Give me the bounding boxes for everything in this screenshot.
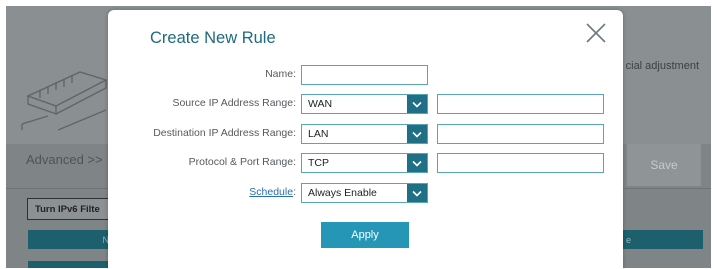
background-turn-ipv6-filter: Turn IPv6 Filte [27,198,117,220]
destination-ip-label: Destination IP Address Range: [153,127,296,139]
close-icon[interactable] [584,21,608,45]
schedule-selected-value: Always Enable [308,187,377,199]
destination-ip-range-input[interactable] [437,124,604,144]
destination-ip-select[interactable]: LAN [301,124,428,144]
port-range-input[interactable] [437,153,604,173]
name-label: Name: [265,68,296,80]
chevron-down-icon[interactable] [407,125,427,143]
dialog-title: Create New Rule [150,29,276,47]
name-input[interactable] [301,65,428,85]
chevron-down-icon[interactable] [407,154,427,172]
schedule-link[interactable]: Schedule [249,186,293,198]
apply-button[interactable]: Apply [321,222,409,248]
protocol-select[interactable]: TCP [301,153,428,173]
source-ip-range-input[interactable] [437,94,604,114]
background-table-header-right: e [623,230,703,249]
chevron-down-icon[interactable] [407,184,427,202]
destination-ip-selected-value: LAN [308,128,329,140]
background-table-header-left: Na [28,230,120,249]
schedule-select[interactable]: Always Enable [301,183,428,203]
create-rule-dialog: Create New Rule Name: Source IP Address … [108,10,623,269]
background-table-row [28,261,120,268]
protocol-selected-value: TCP [308,157,329,169]
chevron-down-icon[interactable] [407,95,427,113]
screenshot-frame: cial adjustment Advanced >> Save Turn IP… [0,0,717,269]
background-save-button: Save [627,144,701,186]
source-ip-selected-value: WAN [308,98,333,110]
schedule-label: Schedule: [249,186,296,198]
background-advanced-link: Advanced >> [26,152,103,167]
source-ip-select[interactable]: WAN [301,94,428,114]
source-ip-label: Source IP Address Range: [172,97,296,109]
background-adjustment-text: cial adjustment [625,60,699,72]
schedule-colon: : [293,186,296,198]
router-illustration-icon [21,71,108,131]
protocol-port-label: Protocol & Port Range: [188,156,296,168]
